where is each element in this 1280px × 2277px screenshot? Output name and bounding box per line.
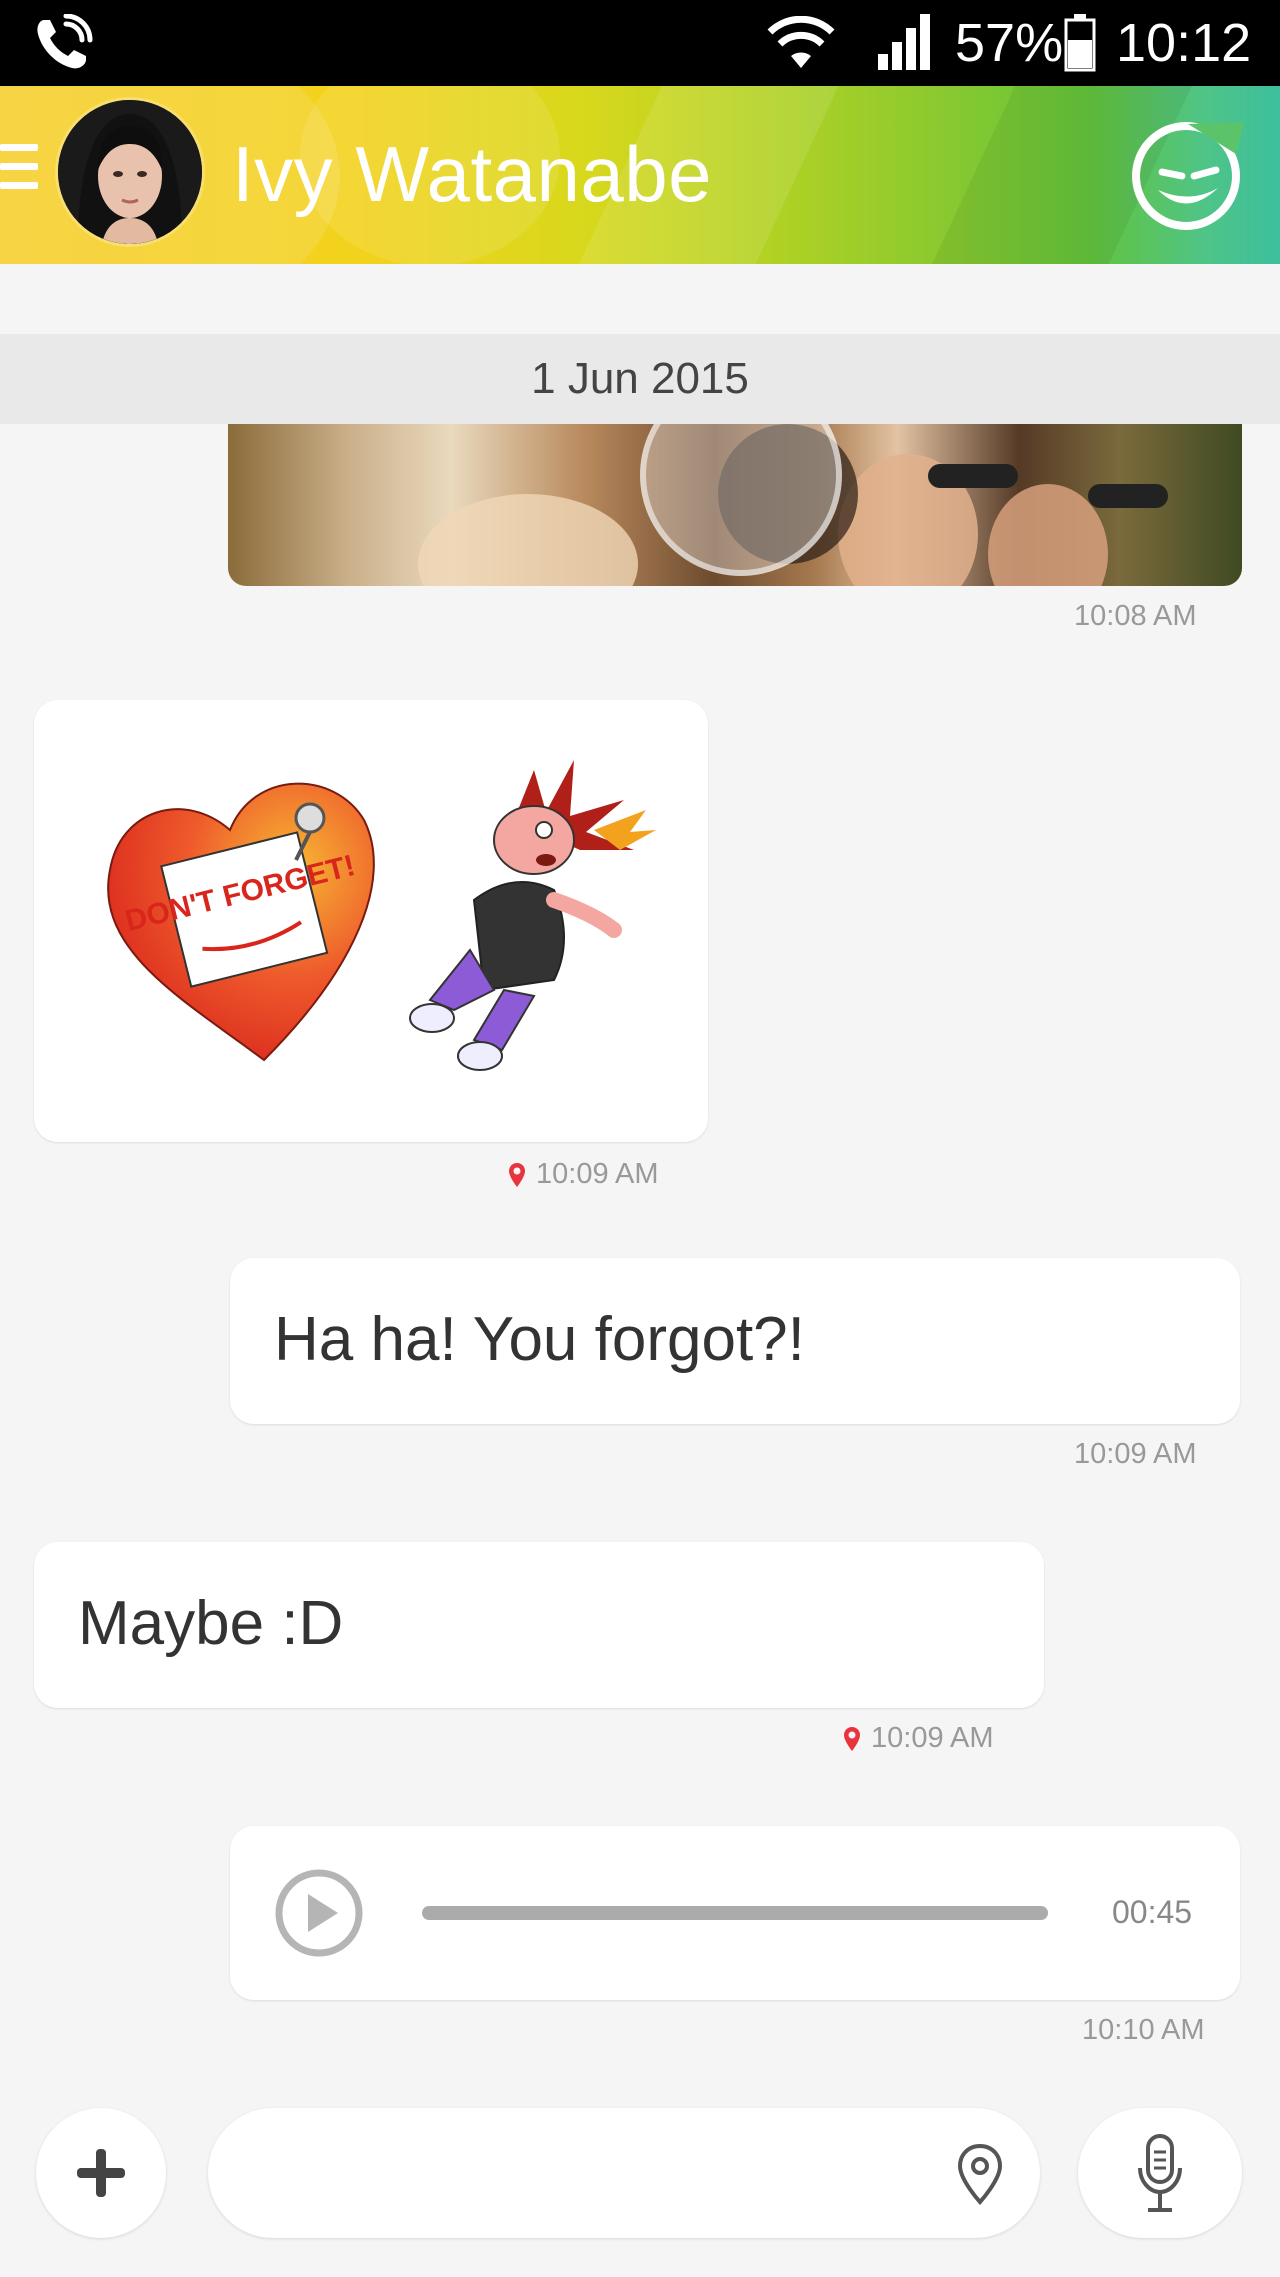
message-time: 10:08 AM xyxy=(1074,600,1197,632)
date-separator: 1 Jun 2015 xyxy=(0,334,1280,424)
message-composer xyxy=(0,2086,1280,2277)
location-pin-icon xyxy=(509,1163,525,1188)
plus-icon xyxy=(77,2149,125,2197)
message-time: 10:09 AM xyxy=(536,1158,659,1190)
message-text: Ha ha! You forgot?! xyxy=(274,1305,805,1374)
audio-duration: 00:45 xyxy=(1112,1894,1193,1930)
menu-icon[interactable] xyxy=(0,144,38,200)
attach-button[interactable] xyxy=(36,2108,166,2238)
message-text: Maybe :D xyxy=(78,1589,344,1658)
contact-avatar[interactable] xyxy=(58,100,202,244)
outgoing-text-message[interactable]: Ha ha! You forgot?! xyxy=(230,1258,1240,1424)
message-time: 10:10 AM xyxy=(1082,2014,1205,2046)
contact-name[interactable]: Ivy Watanabe xyxy=(232,128,712,220)
status-bar: 57% 10:12 xyxy=(0,0,1280,86)
photo-message[interactable] xyxy=(228,424,1242,586)
sticker-message[interactable]: DON'T FORGET! xyxy=(34,700,708,1142)
audio-message[interactable]: 00:45 xyxy=(230,1826,1240,2000)
audio-progress-track[interactable] xyxy=(422,1906,1048,1920)
message-input-container[interactable] xyxy=(208,2108,1040,2238)
dont-forget-sticker: DON'T FORGET! xyxy=(107,760,656,1071)
status-clock: 10:12 xyxy=(1116,13,1252,73)
sticker-face-icon[interactable] xyxy=(1128,114,1248,234)
message-time-row: 10:09 AM xyxy=(508,1156,659,1192)
battery-icon xyxy=(1064,14,1096,72)
message-input[interactable] xyxy=(248,2128,912,2220)
message-time: 10:09 AM xyxy=(1074,1438,1197,1470)
message-time: 10:09 AM xyxy=(871,1722,994,1754)
microphone-icon xyxy=(1138,2134,1182,2212)
signal-icon xyxy=(878,14,930,70)
location-pin-icon xyxy=(844,1727,860,1752)
location-pin-icon[interactable] xyxy=(956,2142,1004,2206)
play-audio-icon[interactable] xyxy=(274,1868,364,1958)
voice-record-button[interactable] xyxy=(1078,2108,1242,2238)
message-time-row: 10:09 AM xyxy=(843,1720,994,1756)
wifi-icon xyxy=(767,16,835,68)
incoming-text-message[interactable]: Maybe :D xyxy=(34,1542,1044,1708)
chat-header: Ivy Watanabe xyxy=(0,86,1280,264)
phone-call-icon xyxy=(37,14,93,69)
battery-percent: 57% xyxy=(955,13,1064,73)
